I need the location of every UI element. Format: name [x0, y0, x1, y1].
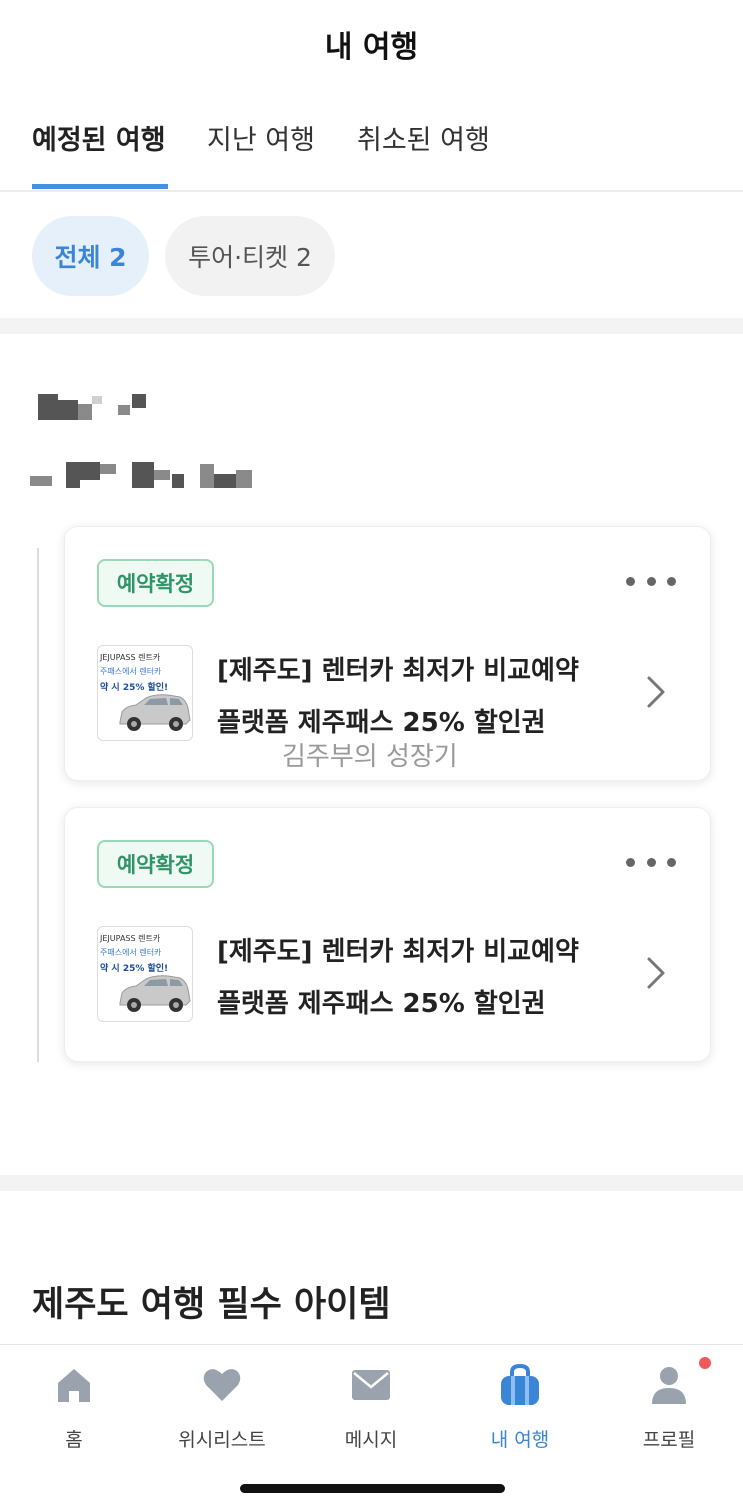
section-divider — [0, 1175, 743, 1191]
section-divider — [0, 318, 743, 334]
recommend-section-title: 제주도 여행 필수 아이템 — [32, 1285, 391, 1325]
nav-label: 위시리스트 — [178, 1429, 266, 1451]
product-title: [제주도] 렌터카 최저가 비교예약 플랫폼 제주패스 25% 할인권 — [217, 937, 579, 1019]
nav-label: 메시지 — [344, 1429, 398, 1451]
product-title: [제주도] 렌터카 최저가 비교예약 플랫폼 제주패스 25% 할인권 — [217, 656, 579, 738]
car-icon — [119, 975, 191, 1012]
home-indicator — [240, 1484, 505, 1493]
product-thumbnail: JEJUPASS 렌트카 주패스에서 렌터카 약 시 25% 할인! — [97, 645, 193, 741]
car-icon — [119, 694, 191, 731]
tab-cancelled[interactable]: 취소된 여행 — [357, 118, 490, 157]
home-icon — [58, 1369, 90, 1402]
active-tab-indicator — [32, 184, 168, 189]
nav-label: 홈 — [65, 1429, 83, 1451]
more-options-icon[interactable] — [626, 852, 676, 872]
header: 내 여행 — [0, 0, 743, 90]
trip-tabs: 예정된 여행 지난 여행 취소된 여행 — [0, 100, 743, 192]
nav-profile[interactable]: 프로필 — [595, 1363, 743, 1452]
chevron-right-icon[interactable] — [646, 675, 666, 709]
heart-icon — [203, 1369, 241, 1401]
booking-card[interactable]: 예약확정 JEJUPASS 렌트카 주패스에서 렌터카 약 시 25% 할인! … — [64, 807, 711, 1062]
nav-wishlist[interactable]: 위시리스트 — [148, 1363, 296, 1452]
timeline-line — [37, 548, 39, 1062]
watermark-text: 김주부의 성장기 — [282, 742, 458, 772]
filter-tour-ticket-chip[interactable]: 투어·티켓 2 — [165, 216, 335, 296]
chevron-right-icon[interactable] — [646, 956, 666, 990]
tab-upcoming[interactable]: 예정된 여행 — [32, 118, 166, 157]
bag-icon — [501, 1363, 539, 1405]
product-thumbnail: JEJUPASS 렌트카 주패스에서 렌터카 약 시 25% 할인! — [97, 926, 193, 1022]
more-options-icon[interactable] — [626, 571, 676, 591]
filter-chips: 전체 2 투어·티켓 2 — [0, 216, 743, 296]
page-title: 내 여행 — [324, 30, 419, 65]
mail-icon — [352, 1370, 390, 1400]
status-badge: 예약확정 — [97, 840, 214, 888]
nav-messages[interactable]: 메시지 — [297, 1363, 445, 1452]
filter-all-chip[interactable]: 전체 2 — [32, 216, 149, 296]
person-icon — [652, 1367, 686, 1404]
status-badge: 예약확정 — [97, 559, 214, 607]
nav-home[interactable]: 홈 — [0, 1363, 148, 1452]
nav-label: 프로필 — [642, 1429, 696, 1451]
notification-dot — [699, 1357, 711, 1369]
nav-my-trips[interactable]: 내 여행 — [446, 1363, 594, 1452]
nav-label: 내 여행 — [490, 1429, 550, 1451]
tab-past[interactable]: 지난 여행 — [207, 118, 315, 157]
